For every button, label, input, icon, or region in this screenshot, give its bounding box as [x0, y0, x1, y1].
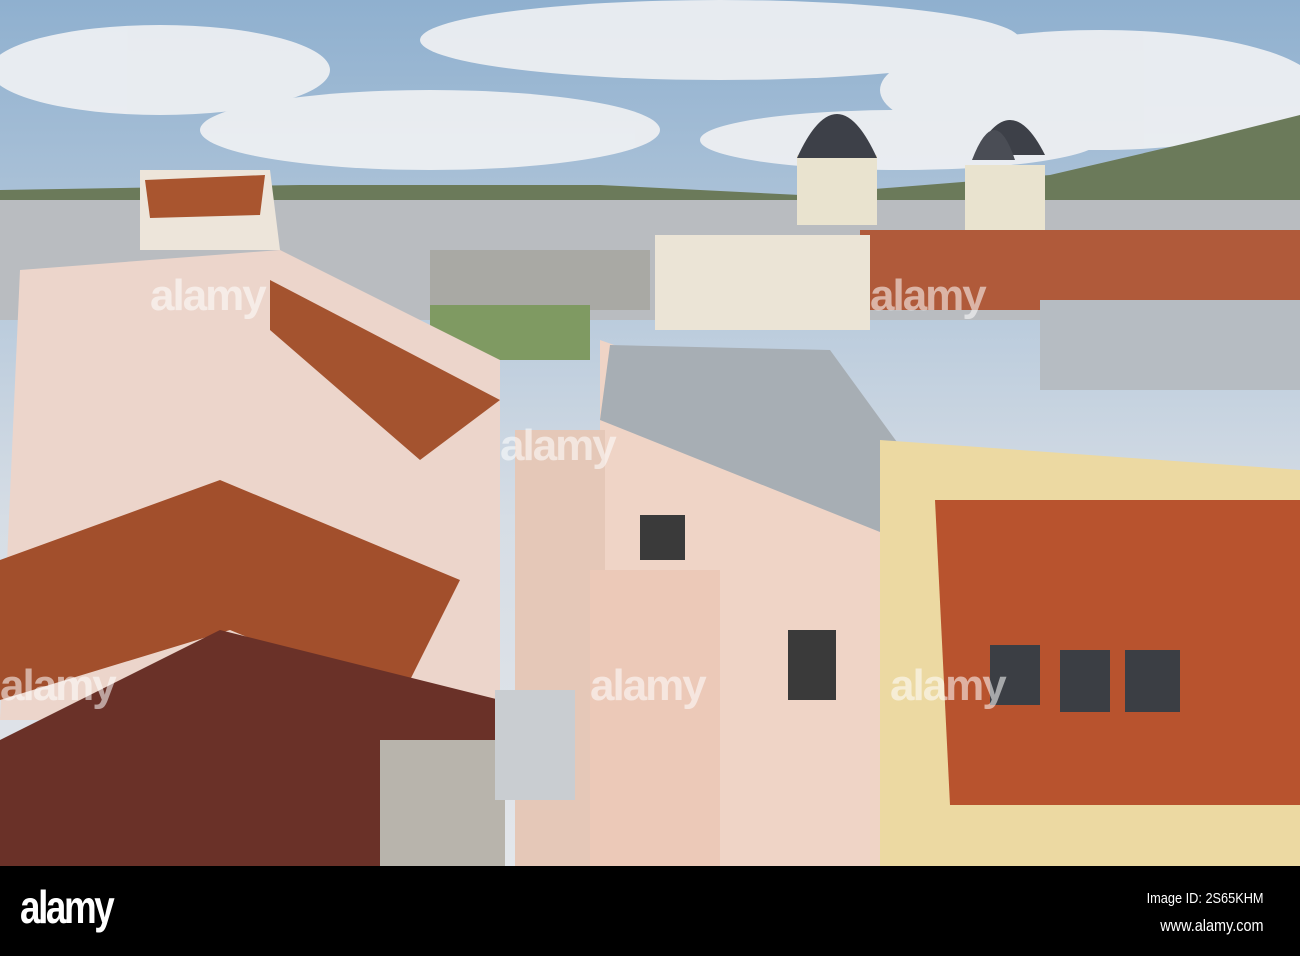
stock-photo: alamy alamy alamy alamy alamy alamy alamy I… [0, 0, 1300, 956]
window [640, 515, 685, 560]
image-id: Image ID: 2S65KHM [1147, 890, 1264, 907]
svg-text:alamy: alamy [0, 661, 117, 710]
svg-text:alamy: alamy [870, 271, 987, 320]
metal-roof-right [1040, 300, 1300, 390]
site-url[interactable]: www.alamy.com [1161, 916, 1264, 936]
svg-text:alamy: alamy [890, 661, 1007, 710]
window [788, 630, 836, 700]
svg-text:alamy: alamy [590, 661, 707, 710]
svg-text:alamy: alamy [500, 421, 617, 470]
alamy-logo[interactable]: alamy [20, 880, 115, 934]
rooftops-photo: alamy alamy alamy alamy alamy alamy [0, 0, 1300, 866]
rusty-roof [430, 250, 650, 310]
tile-roof-right [935, 500, 1300, 805]
footer-bar: alamy Image ID: 2S65KHM www.alamy.com [0, 866, 1300, 956]
ventilation-duct [495, 690, 575, 800]
svg-text:alamy: alamy [150, 271, 267, 320]
white-building [655, 235, 870, 330]
skylights [990, 645, 1180, 712]
chimney-shaft [590, 570, 720, 866]
